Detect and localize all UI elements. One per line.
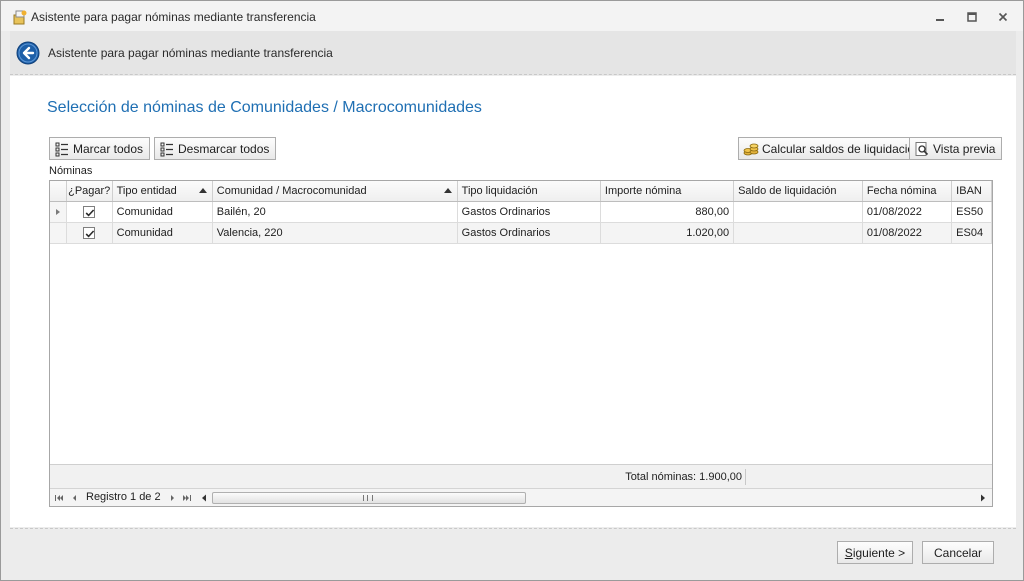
col-header-entity-type-label: Tipo entidad [116,184,177,197]
balance-cell[interactable] [733,222,863,244]
scrollbar-thumb[interactable] [212,492,526,504]
row-indicator [50,201,67,223]
pay-checkbox[interactable] [83,205,96,218]
col-header-iban[interactable]: IBAN [951,181,992,202]
table-row[interactable]: Comunidad Valencia, 220 Gastos Ordinario… [50,222,992,244]
col-header-community[interactable]: Comunidad / Macrocomunidad [212,181,458,202]
row-indicator [50,222,67,244]
record-indicator: Registro 1 de 2 [86,491,161,503]
scroll-left-icon[interactable] [198,492,210,504]
wizard-footer: Siguiente > Cancelar [10,528,1016,574]
community-cell[interactable]: Valencia, 220 [212,222,458,244]
grid-navigator: Registro 1 de 2 [50,488,992,506]
minimize-icon[interactable] [932,9,948,25]
preview-label: Vista previa [933,141,996,156]
scroll-right-icon[interactable] [977,492,989,504]
current-row-icon [55,208,60,215]
amount-cell[interactable]: 880,00 [600,201,735,223]
iban-cell[interactable]: ES04 [951,222,992,244]
total-payrolls: Total nóminas: 1.900,00 [625,471,742,483]
next-record-icon[interactable] [167,492,179,504]
col-header-community-label: Comunidad / Macrocomunidad [216,184,367,197]
close-icon[interactable] [995,9,1011,25]
coins-icon [743,141,759,157]
window-title: Asistente para pagar nóminas mediante tr… [31,10,316,24]
maximize-icon[interactable] [964,9,980,25]
liquidation-type-cell[interactable]: Gastos Ordinarios [457,201,601,223]
entity-type-cell[interactable]: Comunidad [112,201,213,223]
next-mnemonic: S [844,545,853,560]
liquidation-type-cell[interactable]: Gastos Ordinarios [457,222,601,244]
col-header-liquidation-type[interactable]: Tipo liquidación [457,181,601,202]
payroll-table: ¿Pagar? Tipo entidad Comunidad / Macroco… [50,181,992,244]
checklist-clear-icon [159,141,175,157]
table-row[interactable]: Comunidad Bailén, 20 Gastos Ordinarios 8… [50,201,992,223]
mark-all-button[interactable]: Marcar todos [49,137,151,160]
col-header-balance[interactable]: Saldo de liquidación [733,181,863,202]
col-header-date[interactable]: Fecha nómina [862,181,953,202]
grip-icon [363,495,373,501]
entity-type-cell[interactable]: Comunidad [112,222,213,244]
wizard-header: Asistente para pagar nóminas mediante tr… [10,31,1016,75]
sort-asc-icon [198,188,207,193]
preview-button[interactable]: Vista previa [909,137,1003,160]
date-cell[interactable]: 01/08/2022 [862,201,953,223]
checklist-icon [54,141,70,157]
pay-checkbox[interactable] [83,226,96,239]
unmark-all-label: Desmarcar todos [178,141,270,156]
grid-footer: Total nóminas: 1.900,00 [50,464,992,488]
col-header-entity-type[interactable]: Tipo entidad [112,181,213,202]
next-label: iguiente > [852,545,906,560]
balance-cell[interactable] [733,201,863,223]
section-title: Selección de nóminas de Comunidades / Ma… [47,99,482,116]
col-header-amount[interactable]: Importe nómina [600,181,735,202]
amount-cell[interactable]: 1.020,00 [600,222,735,244]
first-record-icon[interactable] [53,492,65,504]
header-title: Asistente para pagar nóminas mediante tr… [48,46,333,60]
calc-balances-label: Calcular saldos de liquidación [762,141,921,156]
wizard-window: Asistente para pagar nóminas mediante tr… [0,0,1024,581]
date-cell[interactable]: 01/08/2022 [862,222,953,244]
back-arrow-icon[interactable] [16,41,40,65]
pay-cell[interactable] [66,201,113,223]
sort-asc-icon [443,188,452,193]
footer-separator [745,469,746,485]
community-cell[interactable]: Bailén, 20 [212,201,458,223]
col-header-pay[interactable]: ¿Pagar? [66,181,113,202]
cancel-button[interactable]: Cancelar [922,541,994,564]
title-bar: Asistente para pagar nóminas mediante tr… [1,1,1023,31]
grid-label: Nóminas [49,165,93,177]
mark-all-label: Marcar todos [73,141,144,156]
magnifier-page-icon [914,141,930,157]
wizard-content: Selección de nóminas de Comunidades / Ma… [10,76,1016,527]
payroll-grid: ¿Pagar? Tipo entidad Comunidad / Macroco… [49,180,993,507]
prev-record-icon[interactable] [68,492,80,504]
horizontal-scrollbar[interactable] [212,491,988,505]
pay-cell[interactable] [66,222,113,244]
wizard-app-icon [12,9,28,25]
next-button[interactable]: Siguiente > [837,541,913,564]
unmark-all-button[interactable]: Desmarcar todos [154,137,277,160]
calc-balances-button[interactable]: Calcular saldos de liquidación [738,137,928,160]
iban-cell[interactable]: ES50 [951,201,992,223]
last-record-icon[interactable] [181,492,193,504]
row-indicator-header [50,181,67,202]
